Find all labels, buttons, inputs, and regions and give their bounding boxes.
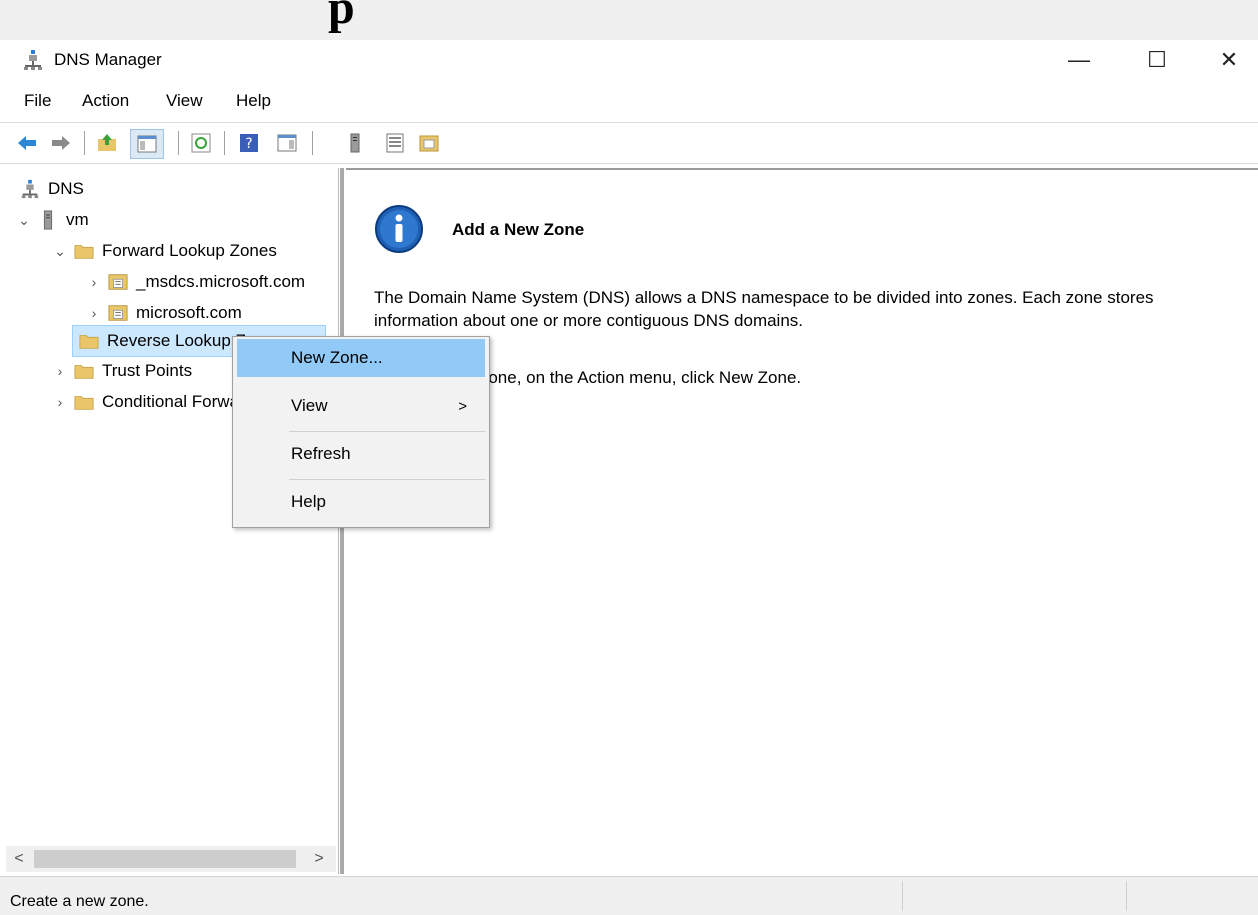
folder-icon bbox=[74, 396, 94, 410]
folder-up-icon bbox=[98, 134, 116, 151]
show-hide-console-tree-button[interactable] bbox=[130, 129, 164, 159]
maximize-button[interactable]: ☐ bbox=[1124, 40, 1190, 80]
show-hide-action-pane-button[interactable] bbox=[276, 132, 298, 154]
folder-icon bbox=[74, 365, 94, 379]
scroll-thumb[interactable] bbox=[34, 850, 296, 868]
menu-item-label: New Zone... bbox=[291, 348, 383, 367]
tree-item-vm[interactable]: ⌄ vm bbox=[16, 205, 89, 235]
toolbar: ? bbox=[0, 122, 1258, 164]
menu-file[interactable]: File bbox=[24, 90, 51, 112]
chevron-right-icon[interactable]: › bbox=[52, 363, 68, 379]
tree-label: _msdcs.microsoft.com bbox=[136, 272, 306, 291]
tree-item-zone-microsoft[interactable]: › microsoft.com bbox=[86, 298, 242, 328]
dns-manager-window: DNS Manager — ☐ ✕ File Action View Help … bbox=[0, 40, 1258, 915]
menu-separator bbox=[289, 479, 485, 480]
zone-icon bbox=[108, 274, 128, 290]
status-divider bbox=[902, 881, 903, 911]
server-icon bbox=[43, 210, 53, 230]
context-menu-new-zone[interactable]: New Zone... bbox=[237, 339, 485, 377]
close-button[interactable]: ✕ bbox=[1196, 40, 1258, 80]
menu-help[interactable]: Help bbox=[236, 90, 271, 112]
tree-item-zone-msdcs[interactable]: › _msdcs.microsoft.com bbox=[86, 267, 305, 297]
forward-arrow-icon bbox=[52, 136, 70, 150]
info-description: The Domain Name System (DNS) allows a DN… bbox=[374, 288, 1154, 330]
title-bar: DNS Manager — ☐ ✕ bbox=[0, 40, 1258, 80]
menu-bar: File Action View Help bbox=[0, 82, 1258, 118]
tree-horizontal-scrollbar[interactable]: < > bbox=[6, 846, 336, 872]
status-bar: Create a new zone. bbox=[0, 876, 1258, 915]
scroll-left-icon[interactable]: < bbox=[6, 846, 32, 872]
context-menu-refresh[interactable]: Refresh bbox=[237, 435, 485, 473]
minimize-button[interactable]: — bbox=[1046, 40, 1112, 80]
dns-app-icon bbox=[24, 50, 42, 70]
chevron-right-icon[interactable]: › bbox=[52, 394, 68, 410]
info-icon bbox=[375, 205, 423, 253]
zone-file-icon bbox=[419, 135, 439, 152]
cropped-text-fragment: p bbox=[328, 0, 355, 34]
context-menu-help[interactable]: Help bbox=[237, 483, 485, 521]
tree-label: Trust Points bbox=[102, 361, 193, 380]
tree-item-forward-lookup-zones[interactable]: ⌄ Forward Lookup Zones bbox=[52, 236, 277, 266]
back-arrow-icon bbox=[18, 136, 36, 150]
scroll-right-icon[interactable]: > bbox=[306, 846, 332, 872]
tree-item-trust-points[interactable]: › Trust Points bbox=[52, 356, 192, 386]
refresh-icon bbox=[191, 133, 211, 153]
refresh-button[interactable] bbox=[190, 132, 212, 154]
info-title: Add a New Zone bbox=[452, 220, 585, 239]
menu-item-label: View bbox=[291, 396, 328, 415]
folder-icon bbox=[74, 245, 94, 259]
folder-icon bbox=[79, 335, 99, 349]
chevron-right-icon[interactable]: › bbox=[86, 274, 102, 290]
help-icon: ? bbox=[240, 134, 258, 152]
chevron-right-icon: > bbox=[458, 397, 467, 415]
menu-item-label: Help bbox=[291, 492, 326, 511]
status-divider bbox=[1126, 881, 1127, 911]
toolbar-separator bbox=[312, 131, 313, 155]
top-cropped-strip: p bbox=[0, 0, 1258, 40]
toolbar-separator bbox=[178, 131, 179, 155]
tree-item-dns[interactable]: DNS bbox=[20, 174, 84, 204]
dns-icon bbox=[21, 179, 39, 199]
chevron-down-icon[interactable]: ⌄ bbox=[16, 212, 32, 229]
tree-label: microsoft.com bbox=[136, 303, 242, 322]
svg-text:?: ? bbox=[245, 136, 252, 152]
up-one-level-button[interactable] bbox=[96, 132, 118, 154]
list-icon bbox=[386, 133, 404, 153]
status-text: Create a new zone. bbox=[10, 893, 149, 910]
tree-label: DNS bbox=[48, 179, 84, 198]
zone-icon bbox=[108, 305, 128, 321]
tree-label: vm bbox=[66, 210, 89, 229]
console-tree-icon bbox=[137, 135, 157, 153]
tree-label: Forward Lookup Zones bbox=[102, 241, 277, 260]
action-pane-icon bbox=[277, 134, 297, 152]
window-title: DNS Manager bbox=[54, 50, 162, 69]
server-button[interactable] bbox=[344, 132, 366, 154]
chevron-right-icon[interactable]: › bbox=[86, 305, 102, 321]
list-view-button[interactable] bbox=[384, 132, 406, 154]
context-menu-view[interactable]: View > bbox=[237, 387, 485, 425]
back-button[interactable] bbox=[16, 132, 38, 154]
context-menu: New Zone... View > Refresh Help bbox=[232, 336, 490, 528]
toolbar-separator bbox=[84, 131, 85, 155]
chevron-down-icon[interactable]: ⌄ bbox=[52, 243, 68, 260]
toolbar-separator bbox=[224, 131, 225, 155]
menu-action[interactable]: Action bbox=[82, 90, 129, 112]
forward-button[interactable] bbox=[50, 132, 72, 154]
server-icon bbox=[350, 133, 360, 153]
menu-separator bbox=[289, 431, 485, 432]
help-button[interactable]: ? bbox=[238, 132, 260, 154]
menu-view[interactable]: View bbox=[166, 90, 203, 112]
menu-item-label: Refresh bbox=[291, 444, 351, 463]
zone-properties-button[interactable] bbox=[418, 132, 440, 154]
